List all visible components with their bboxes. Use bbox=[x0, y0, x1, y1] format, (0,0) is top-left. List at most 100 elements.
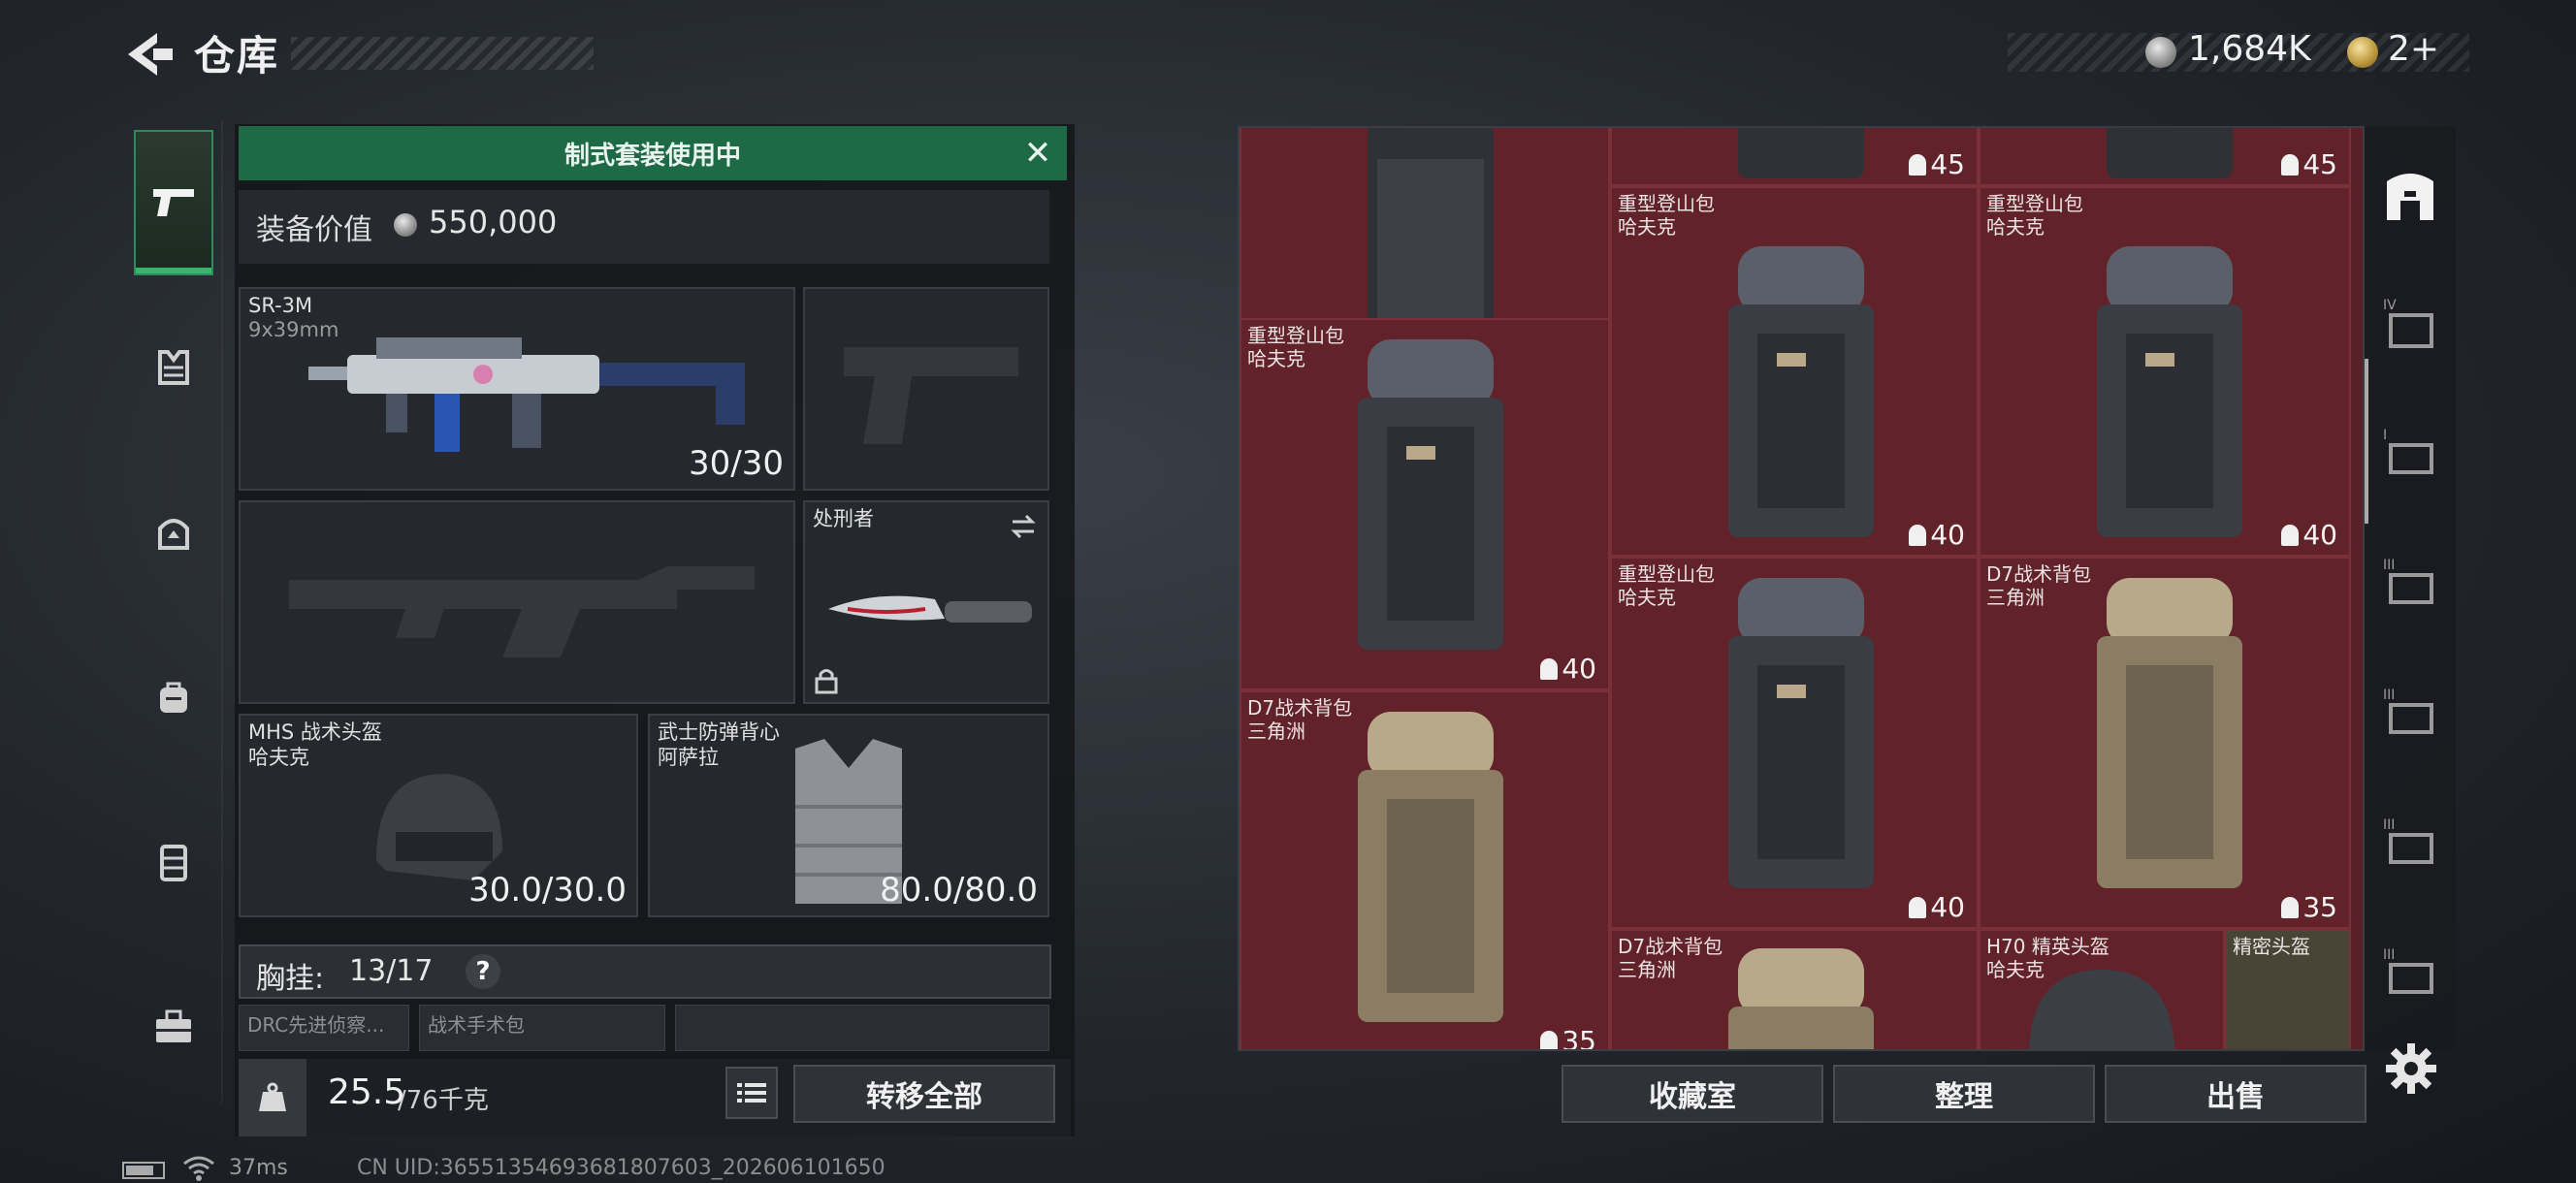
item-name: 重型登山包 哈夫克 bbox=[1247, 324, 1344, 370]
list-icon bbox=[737, 1083, 766, 1103]
sell-button[interactable]: 出售 bbox=[2105, 1065, 2367, 1123]
storage-item[interactable]: 45 bbox=[1979, 128, 2351, 186]
rig-item-name: 战术手术包 bbox=[428, 1013, 525, 1037]
currency-amount[interactable]: 1,684K bbox=[2188, 29, 2311, 69]
item-name: 重型登山包 哈夫克 bbox=[1618, 562, 1715, 609]
rig-item-slot[interactable]: 战术手术包 bbox=[419, 1005, 665, 1051]
weight-icon bbox=[239, 1059, 306, 1136]
sidearm-slot[interactable] bbox=[803, 287, 1049, 491]
backpack-icon bbox=[1728, 246, 1874, 537]
collection-room-button[interactable]: 收藏室 bbox=[1562, 1065, 1823, 1123]
storage-home-tab[interactable] bbox=[2374, 161, 2446, 233]
close-icon[interactable]: ✕ bbox=[1018, 134, 1057, 173]
vest-icon bbox=[158, 350, 189, 385]
storage-item[interactable]: 精密头盔 bbox=[2225, 929, 2351, 1049]
svg-text:III: III bbox=[2383, 687, 2395, 703]
storage-item[interactable]: D7战术背包 三角洲 35 bbox=[1979, 557, 2351, 929]
wifi-icon bbox=[183, 1156, 214, 1181]
storage-item[interactable]: 45 bbox=[1610, 128, 1979, 186]
item-stack-count: 35 bbox=[2281, 891, 2337, 923]
item-name: D7战术背包 三角洲 bbox=[1618, 935, 1723, 981]
ping-readout: 37ms bbox=[229, 1156, 288, 1180]
item-stack-count: 35 bbox=[1540, 1025, 1596, 1049]
backpack-icon bbox=[1358, 712, 1503, 1022]
list-view-button[interactable] bbox=[725, 1067, 778, 1119]
storage-tab[interactable]: I bbox=[2374, 417, 2446, 489]
storage-item[interactable]: D7战术背包 三角洲 35 bbox=[1240, 690, 1610, 1049]
pistol-silhouette-icon bbox=[844, 347, 1018, 444]
item-name: 重型登山包 哈夫克 bbox=[1618, 192, 1715, 239]
rig-item-slot[interactable] bbox=[675, 1005, 1049, 1051]
backpack-icon bbox=[1358, 339, 1503, 650]
rail-item-case[interactable] bbox=[134, 954, 213, 1100]
item-stack-count: 45 bbox=[1909, 148, 1965, 180]
swap-icon[interactable] bbox=[1009, 512, 1038, 541]
chest-rig-capacity: 13/17 bbox=[349, 954, 434, 988]
case-tier-icon: III bbox=[2383, 558, 2433, 604]
storage-tab[interactable]: III bbox=[2374, 807, 2446, 879]
title-decoration bbox=[291, 37, 594, 70]
back-arrow-icon[interactable] bbox=[118, 27, 177, 81]
item-name: D7战术背包 三角洲 bbox=[1247, 696, 1353, 743]
rail-item-backpack[interactable] bbox=[134, 624, 213, 770]
helmet-icon bbox=[158, 519, 189, 550]
storage-tab[interactable]: IV bbox=[2374, 287, 2446, 359]
primary-weapon-slot[interactable]: SR-3M 9x39mm 30/30 bbox=[239, 287, 795, 491]
rig-item-name: DRC先进侦察... bbox=[247, 1013, 385, 1037]
chest-rig-label: 胸挂: bbox=[256, 962, 325, 996]
item-stack-count: 45 bbox=[2281, 148, 2337, 180]
storage-item[interactable]: 重型登山包 哈夫克 40 bbox=[1979, 186, 2351, 557]
backpack-icon bbox=[160, 682, 187, 713]
backpack-icon bbox=[1738, 128, 1864, 178]
backpack-icon bbox=[2097, 246, 2242, 537]
rail-item-helmet[interactable] bbox=[134, 460, 213, 605]
silver-coin-icon bbox=[394, 213, 417, 237]
armor-durability: 80.0/80.0 bbox=[880, 871, 1038, 910]
scrollbar[interactable] bbox=[2365, 359, 2368, 524]
storage-item[interactable]: 重型登山包 哈夫克 40 bbox=[1240, 318, 1610, 690]
svg-text:IV: IV bbox=[2383, 298, 2397, 313]
gold-coin-icon bbox=[2347, 37, 2378, 68]
gold-amount[interactable]: 2+ bbox=[2388, 29, 2439, 69]
equip-value: 550,000 bbox=[429, 204, 558, 240]
storage-item[interactable]: 重型登山包 哈夫克 40 bbox=[1610, 186, 1979, 557]
organize-button[interactable]: 整理 bbox=[1833, 1065, 2095, 1123]
rig-item-slot[interactable]: DRC先进侦察... bbox=[239, 1005, 409, 1051]
helmet-durability: 30.0/30.0 bbox=[468, 871, 627, 910]
armor-name: 武士防弹背心 bbox=[658, 720, 780, 744]
briefcase-icon bbox=[156, 1009, 191, 1042]
storage-grid: 40 45 45 重型登山包哈夫克 40 重型登山包哈夫克 40 bbox=[1238, 126, 2365, 1051]
rail-item-chest-rig[interactable] bbox=[134, 789, 213, 935]
storage-item[interactable]: D7战术背包 三角洲 bbox=[1610, 929, 1979, 1049]
storage-item[interactable]: 重型登山包 哈夫克 40 bbox=[1610, 557, 1979, 929]
svg-text:I: I bbox=[2383, 428, 2387, 443]
melee-slot[interactable]: 处刑者 bbox=[803, 500, 1049, 704]
weapon-ammo-count: 30/30 bbox=[689, 444, 784, 483]
case-tier-icon: III bbox=[2383, 687, 2433, 734]
rail-item-weapons[interactable] bbox=[134, 130, 213, 275]
item-name: 重型登山包 哈夫克 bbox=[1986, 192, 2083, 239]
weight-max: /76千克 bbox=[398, 1086, 489, 1115]
knife-icon bbox=[828, 595, 1032, 623]
item-name: 精密头盔 bbox=[2233, 935, 2310, 958]
storage-tab[interactable]: III bbox=[2374, 677, 2446, 749]
transfer-all-button[interactable]: 转移全部 bbox=[793, 1065, 1055, 1123]
svg-text:III: III bbox=[2383, 947, 2395, 963]
storage-tab[interactable]: III bbox=[2374, 937, 2446, 1008]
rail-item-armor[interactable] bbox=[134, 295, 213, 440]
helmet-slot[interactable]: MHS 战术头盔 哈夫克 30.0/30.0 bbox=[239, 714, 638, 917]
item-stack-count: 40 bbox=[1909, 891, 1965, 923]
storage-tab[interactable]: III bbox=[2374, 547, 2446, 619]
item-stack-count: 40 bbox=[1540, 653, 1596, 685]
page-title: 仓库 bbox=[194, 32, 280, 80]
settings-gear-icon[interactable] bbox=[2382, 1039, 2440, 1098]
secondary-weapon-slot[interactable] bbox=[239, 500, 795, 704]
help-icon[interactable]: ? bbox=[466, 954, 500, 989]
user-uid: CN UID:36551354693681807603_202606101650 bbox=[357, 1156, 886, 1180]
armor-slot[interactable]: 武士防弹背心 阿萨拉 80.0/80.0 bbox=[648, 714, 1049, 917]
silver-coin-icon bbox=[2145, 37, 2176, 68]
helmet-icon bbox=[2029, 970, 2174, 1049]
case-tier-icon: I bbox=[2383, 428, 2433, 474]
storage-item[interactable]: H70 精英头盔 哈夫克 bbox=[1979, 929, 2225, 1049]
helmet-maker: 哈夫克 bbox=[248, 746, 309, 769]
